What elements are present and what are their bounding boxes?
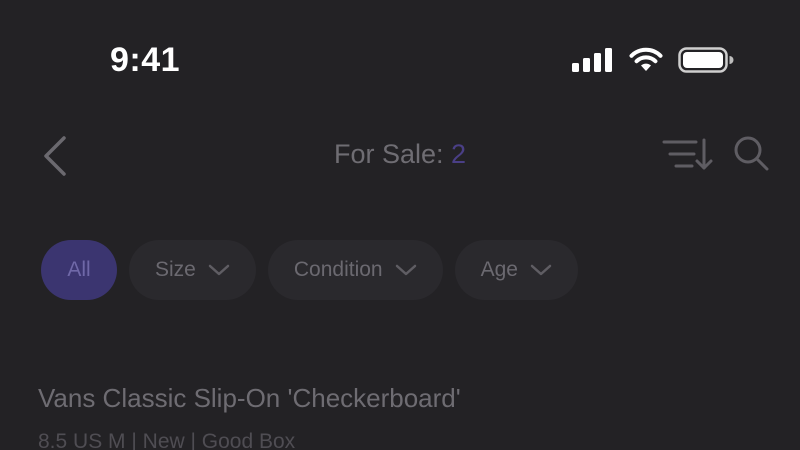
filter-chip-age[interactable]: Age <box>454 240 578 300</box>
filter-chip-label: Age <box>480 258 518 281</box>
filter-chips: All Size Condition Age <box>41 240 578 300</box>
page-title-label: For Sale: <box>333 139 444 169</box>
filter-chip-size[interactable]: Size <box>129 240 256 300</box>
status-icons <box>572 44 734 76</box>
screen: 9:41 For Sale: 2 All Size Condition Age … <box>0 0 800 450</box>
status-time: 9:41 <box>110 41 181 79</box>
chevron-down-icon <box>208 264 230 276</box>
filter-chip-condition[interactable]: Condition <box>267 240 443 300</box>
filter-chip-label: Size <box>155 258 196 281</box>
search-button[interactable] <box>732 134 772 174</box>
chevron-down-icon <box>530 264 552 276</box>
sort-icon <box>662 138 713 170</box>
battery-icon <box>678 47 734 73</box>
listing-title[interactable]: Vans Classic Slip-On 'Checkerboard' <box>38 380 461 416</box>
wifi-icon <box>628 47 664 73</box>
sort-button[interactable] <box>660 134 714 174</box>
cellular-signal-icon <box>572 48 614 72</box>
for-sale-count: 2 <box>451 139 467 169</box>
chevron-down-icon <box>395 264 416 276</box>
listing-meta: 8.5 US M | New | Good Box <box>38 430 296 450</box>
filter-chip-label: Condition <box>293 258 383 281</box>
filter-chip-all[interactable]: All <box>41 240 117 300</box>
search-icon <box>734 136 769 171</box>
filter-chip-label: All <box>67 258 91 281</box>
